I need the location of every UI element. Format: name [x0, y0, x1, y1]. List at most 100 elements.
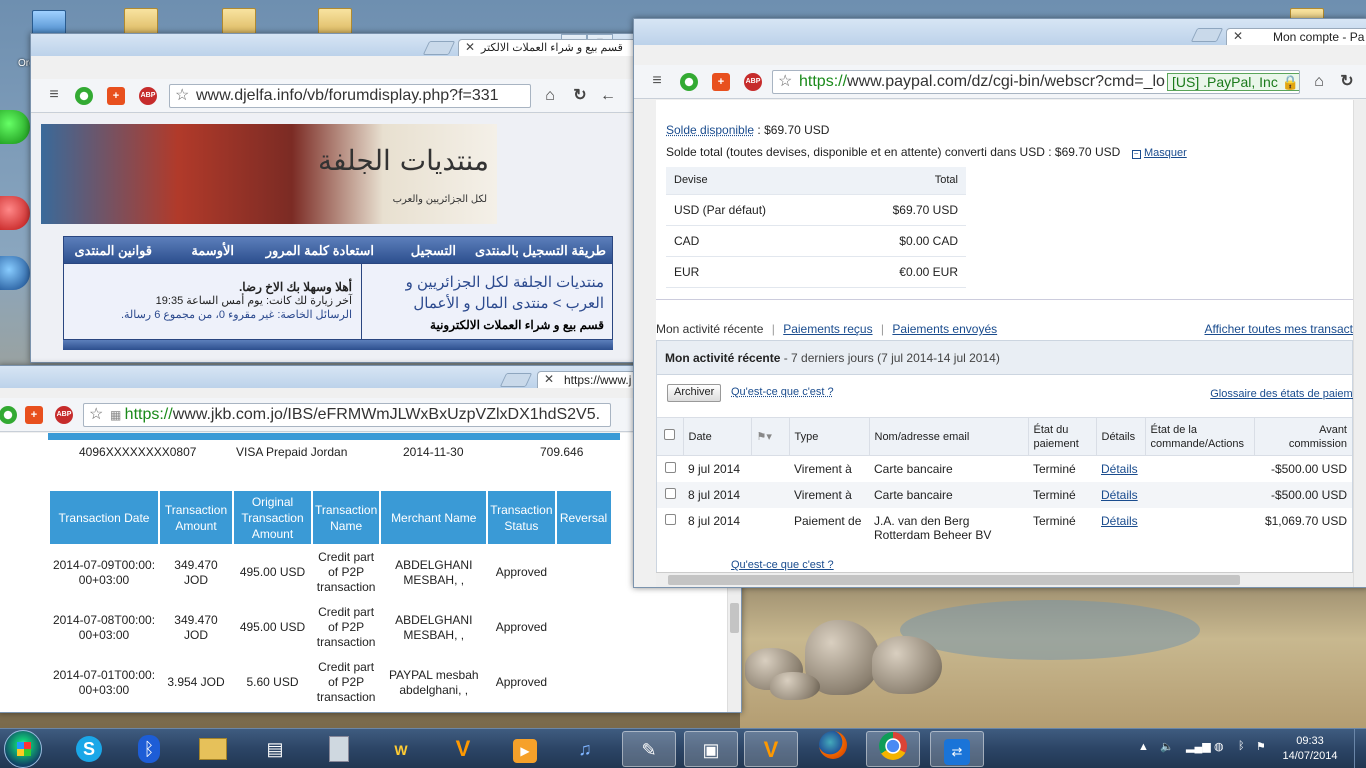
breadcrumb-line[interactable]: العرب > منتدى المال و الأعمال	[369, 293, 604, 314]
tab-payments-sent[interactable]: Paiements envoyés	[892, 322, 997, 336]
network-icon[interactable]: ▂▄▆	[1186, 740, 1211, 753]
taskbar-firefox-icon[interactable]	[806, 731, 860, 767]
taskbar-v-window-icon[interactable]: V	[744, 731, 798, 767]
tx-name-line2: Rotterdam Beheer BV	[874, 527, 992, 542]
whatis-link-bottom[interactable]: Qu'est-ce que c'est ?	[731, 559, 834, 571]
tx-details-link[interactable]: Détails	[1101, 514, 1138, 528]
close-tab-icon[interactable]: ✕	[465, 40, 475, 54]
gadget-red-icon[interactable]	[0, 196, 30, 230]
nav-recover-password[interactable]: استعادة كلمة المرور	[266, 243, 374, 259]
close-tab-icon[interactable]: ✕	[1233, 29, 1243, 43]
taskbar-winamp-icon[interactable]: W	[374, 731, 428, 767]
new-tab-button[interactable]	[422, 41, 456, 55]
bookmark-star-icon[interactable]: ☆	[175, 85, 189, 107]
archive-button[interactable]: Archiver	[667, 384, 722, 402]
taskbar-v-app-icon[interactable]: V	[436, 731, 490, 767]
available-balance-label[interactable]: Solde disponible	[666, 123, 754, 137]
extension-icon[interactable]	[680, 73, 698, 91]
tab-paypal[interactable]: ✕ Mon compte - Pa	[1226, 28, 1366, 45]
ev-certificate-badge[interactable]: [US] .PayPal, Inc 🔒	[1167, 73, 1299, 91]
taskbar-skype-icon[interactable]: S	[62, 731, 116, 767]
taskbar-hardware-icon[interactable]: ▤	[248, 731, 302, 767]
taskbar-app-icon[interactable]: ✎	[622, 731, 676, 767]
tray-bluetooth-icon[interactable]: ᛒ	[1238, 740, 1245, 752]
titlebar[interactable]: ✕ https://www.j	[0, 366, 741, 388]
browser-window-djelfa[interactable]: ▁ ▢ ✕ قسم بيع و شراء العملات الالكتر ≡ +…	[30, 33, 642, 363]
gadget-green-icon[interactable]	[0, 110, 30, 144]
browser-window-paypal[interactable]: ✕ Mon compte - Pa ≡ + ABP ☆ https://www.…	[633, 18, 1366, 588]
taskbar-media-icon[interactable]: ▶	[498, 731, 552, 767]
taskbar-calculator-icon[interactable]	[312, 731, 366, 767]
cell-merchant: PAYPAL mesbah abdelghani, ,	[388, 667, 479, 697]
tab-djelfa[interactable]: ✕ قسم بيع و شراء العملات الالكتر	[458, 39, 641, 56]
new-tab-button[interactable]	[1190, 28, 1224, 42]
taskbar-bluetooth-icon[interactable]: ᛒ	[122, 731, 176, 767]
close-tab-icon[interactable]: ✕	[544, 372, 554, 386]
extension-icon[interactable]	[75, 87, 93, 105]
plus-extension-icon[interactable]: +	[107, 87, 125, 105]
whatis-link[interactable]: Qu'est-ce que c'est ?	[731, 386, 834, 398]
address-bar[interactable]: ☆ ▦ https://www.jkb.com.jo/IBS/eFRMWmJLW…	[83, 403, 611, 427]
plus-extension-icon[interactable]: +	[712, 73, 730, 91]
home-icon[interactable]: ⌂	[541, 87, 559, 105]
breadcrumb-line[interactable]: منتديات الجلفة لكل الجزائريين و	[369, 272, 604, 293]
nav-register[interactable]: التسجيل	[411, 243, 456, 259]
bookmark-star-icon[interactable]: ☆	[89, 404, 103, 426]
reload-icon[interactable]: ↻	[1338, 73, 1356, 91]
volume-icon[interactable]: 🔈	[1160, 740, 1174, 753]
menu-icon[interactable]: ≡	[45, 87, 63, 105]
vertical-scrollbar[interactable]	[1353, 100, 1366, 587]
nav-medals[interactable]: الأوسمة	[191, 243, 234, 259]
table-row: 2014-07-09T00:00:00+03:00 349.470 JOD 49…	[50, 546, 611, 599]
row-checkbox[interactable]	[664, 461, 676, 473]
start-button[interactable]	[4, 730, 42, 768]
home-icon[interactable]: ⌂	[1310, 73, 1328, 91]
horizontal-scrollbar[interactable]	[656, 572, 1353, 587]
reload-icon[interactable]: ↻	[571, 87, 589, 105]
flag-icon[interactable]: ⚑▾	[751, 417, 790, 456]
new-tab-button[interactable]	[499, 373, 533, 387]
adblock-icon[interactable]: ABP	[744, 73, 762, 91]
bookmark-star-icon[interactable]: ☆	[778, 71, 792, 93]
extension-icon[interactable]	[0, 406, 17, 424]
browser-window-jkb[interactable]: ✕ https://www.j + ABP ☆ ▦ https://www.jk…	[0, 365, 742, 713]
taskbar-teamviewer-icon[interactable]: ⇄	[930, 731, 984, 767]
row-checkbox[interactable]	[664, 513, 676, 525]
tx-details-link[interactable]: Détails	[1101, 488, 1138, 502]
nav-rules[interactable]: قوانين المنتدى	[74, 243, 152, 259]
show-desktop-button[interactable]	[1354, 729, 1366, 768]
taskbar-music-icon[interactable]: ♫	[558, 731, 612, 767]
tab-recent-activity[interactable]: Mon activité récente	[656, 322, 763, 336]
titlebar[interactable]: ▁ ▢ ✕ قسم بيع و شراء العملات الالكتر	[31, 34, 641, 56]
titlebar[interactable]: ✕ Mon compte - Pa	[634, 19, 1366, 45]
select-all-checkbox[interactable]	[664, 429, 676, 440]
taskbar-explorer-icon[interactable]	[186, 731, 240, 767]
row-checkbox[interactable]	[664, 487, 676, 499]
back-icon[interactable]: ←	[599, 87, 617, 105]
menu-icon[interactable]: ≡	[648, 73, 666, 91]
plus-extension-icon[interactable]: +	[25, 406, 43, 424]
all-transactions-link[interactable]: Afficher toutes mes transactions	[1204, 322, 1366, 336]
taskbar-chrome-icon[interactable]	[866, 731, 920, 767]
adblock-icon[interactable]: ABP	[139, 87, 157, 105]
glossary-link[interactable]: Glossaire des états de paiement	[1210, 388, 1366, 400]
scrollbar-thumb[interactable]	[668, 575, 1240, 585]
scrollbar-thumb[interactable]	[730, 603, 739, 633]
globe-icon[interactable]: ◍	[1214, 740, 1224, 753]
adblock-icon[interactable]: ABP	[55, 406, 73, 424]
flag-icon[interactable]: ⚑	[1256, 740, 1266, 753]
address-bar[interactable]: ☆ www.djelfa.info/vb/forumdisplay.php?f=…	[169, 84, 531, 108]
cell-reversal	[557, 601, 611, 654]
clock[interactable]: 09:33 14/07/2014	[1270, 734, 1350, 764]
gadget-blue-icon[interactable]	[0, 256, 30, 290]
address-bar[interactable]: ☆ https://www.paypal.com/dz/cgi-bin/webs…	[772, 70, 1300, 94]
nav-register-howto[interactable]: طريقة التسجيل بالمنتدى	[475, 243, 606, 259]
taskbar-video-icon[interactable]: ▣	[684, 731, 738, 767]
tab-payments-received[interactable]: Paiements reçus	[783, 322, 872, 336]
tray-expand-icon[interactable]: ▲	[1138, 741, 1149, 753]
tx-details-link[interactable]: Détails	[1101, 462, 1138, 476]
collapse-icon[interactable]: −	[1131, 150, 1141, 159]
private-messages-link[interactable]: الرسائل الخاصة: غير مقروء 0، من مجموع 6 …	[72, 308, 352, 322]
page-info-icon[interactable]: ▦	[110, 408, 125, 422]
hide-link[interactable]: Masquer	[1144, 147, 1187, 159]
